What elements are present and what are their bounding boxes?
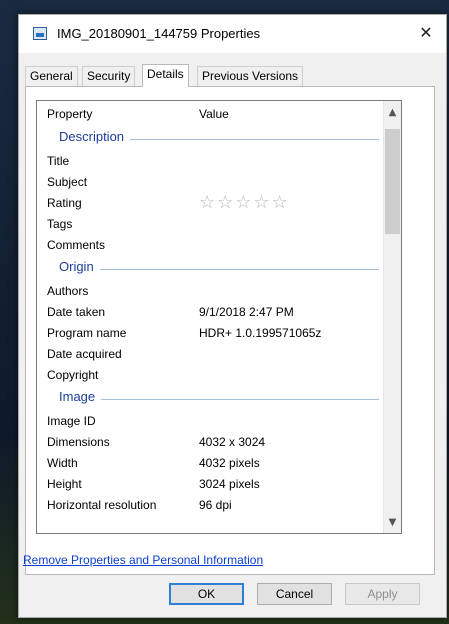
property-key: Height	[47, 477, 82, 491]
section-divider	[59, 269, 379, 270]
property-row-authors[interactable]: Authors	[37, 281, 383, 302]
property-row-comments[interactable]: Comments	[37, 235, 383, 256]
property-row-rating[interactable]: Rating ☆☆☆☆☆	[37, 192, 383, 214]
property-key: Authors	[47, 284, 89, 298]
property-key: Image ID	[47, 414, 96, 428]
section-description: Description	[37, 127, 383, 149]
property-row-dimensions[interactable]: Dimensions 4032 x 3024	[37, 432, 383, 453]
property-key: Tags	[47, 217, 73, 231]
section-origin: Origin	[37, 257, 383, 279]
property-row-date-taken[interactable]: Date taken 9/1/2018 2:47 PM	[37, 302, 383, 323]
section-label: Origin	[59, 259, 100, 274]
remove-properties-link[interactable]: Remove Properties and Personal Informati…	[23, 553, 263, 567]
vertical-scrollbar[interactable]: ▲ ▼	[383, 101, 401, 533]
tab-security[interactable]: Security	[82, 66, 136, 86]
window-title: IMG_20180901_144759 Properties	[57, 26, 261, 41]
property-value: 4032 pixels	[199, 456, 260, 470]
property-row-height[interactable]: Height 3024 pixels	[37, 474, 383, 495]
property-value: 4032 x 3024	[199, 435, 266, 449]
property-key: Subject	[47, 175, 88, 189]
property-row-width[interactable]: Width 4032 pixels	[37, 453, 383, 474]
property-key: Title	[47, 154, 70, 168]
details-list-content: Property Value Description Title Subject…	[37, 101, 383, 533]
close-button[interactable]: ✕	[406, 15, 446, 53]
property-key: Width	[47, 456, 78, 470]
title-bar[interactable]: IMG_20180901_144759 Properties ✕	[19, 15, 446, 53]
section-divider	[59, 399, 379, 400]
scroll-thumb[interactable]	[385, 129, 400, 234]
column-header-value[interactable]: Value	[199, 101, 229, 127]
details-panel: Property Value Description Title Subject…	[25, 86, 435, 575]
property-row-horizontal-resolution[interactable]: Horizontal resolution 96 dpi	[37, 495, 383, 516]
property-key: Rating	[47, 196, 82, 210]
column-header-property[interactable]: Property	[47, 101, 92, 127]
tab-general[interactable]: General	[25, 66, 78, 86]
property-value: 3024 pixels	[199, 477, 260, 491]
property-key: Comments	[47, 238, 106, 252]
property-value: 9/1/2018 2:47 PM	[199, 305, 294, 319]
tab-previous-versions[interactable]: Previous Versions	[197, 66, 304, 86]
section-label: Description	[59, 129, 131, 144]
apply-button[interactable]: Apply	[345, 583, 420, 605]
property-key: Copyright	[47, 368, 99, 382]
cancel-button[interactable]: Cancel	[257, 583, 332, 605]
property-value: HDR+ 1.0.199571065z	[199, 326, 322, 340]
property-key: Date acquired	[47, 347, 122, 361]
properties-dialog: IMG_20180901_144759 Properties ✕ General…	[18, 14, 447, 618]
property-row-title[interactable]: Title	[37, 151, 383, 172]
details-list[interactable]: Property Value Description Title Subject…	[36, 100, 402, 534]
property-key: Horizontal resolution	[47, 498, 157, 512]
property-key: Date taken	[47, 305, 106, 319]
property-row-date-acquired[interactable]: Date acquired	[37, 344, 383, 365]
property-key: Program name	[47, 326, 127, 340]
property-value: 96 dpi	[199, 498, 232, 512]
rating-stars[interactable]: ☆☆☆☆☆	[199, 192, 290, 213]
property-row-subject[interactable]: Subject	[37, 172, 383, 193]
section-label: Image	[59, 389, 102, 404]
ok-button[interactable]: OK	[169, 583, 244, 605]
property-key: Dimensions	[47, 435, 110, 449]
image-file-icon	[33, 27, 47, 40]
property-row-tags[interactable]: Tags	[37, 214, 383, 235]
property-row-program-name[interactable]: Program name HDR+ 1.0.199571065z	[37, 323, 383, 344]
property-row-copyright[interactable]: Copyright	[37, 365, 383, 386]
scroll-up-arrow-icon[interactable]: ▲	[384, 104, 401, 121]
property-row-image-id[interactable]: Image ID	[37, 411, 383, 432]
section-image: Image	[37, 387, 383, 409]
tab-details[interactable]: Details	[142, 64, 189, 87]
scroll-down-arrow-icon[interactable]: ▼	[384, 514, 401, 531]
